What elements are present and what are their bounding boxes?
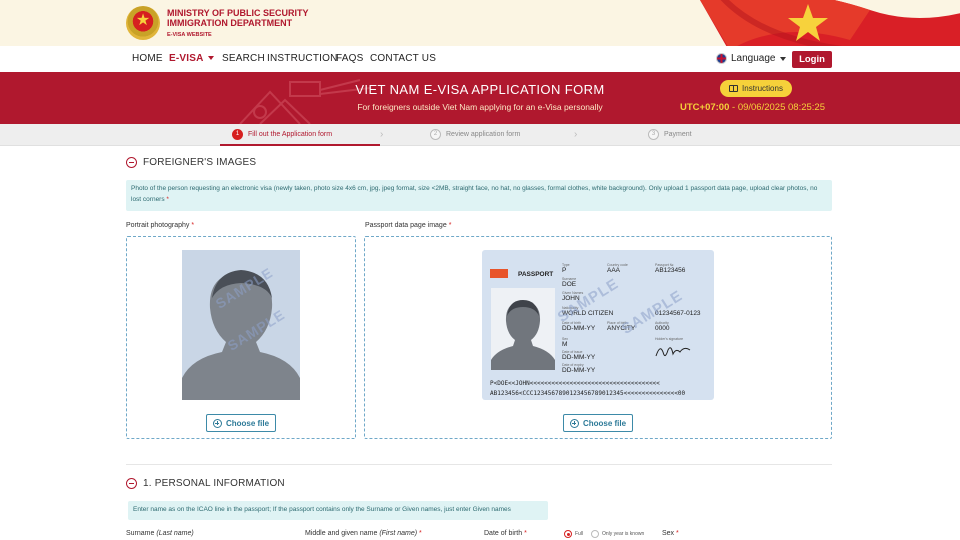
middle-given-name-label: Middle and given name (First name) * <box>305 530 422 537</box>
pp-dob: DD-MM-YY <box>562 325 596 332</box>
pp-expiry: DD-MM-YY <box>562 367 596 374</box>
nav-search[interactable]: SEARCH <box>222 53 265 64</box>
nav-evisa-label: E-VISA <box>169 53 204 64</box>
pp-type: P <box>562 267 567 274</box>
uk-flag-icon <box>716 53 727 64</box>
add-circle-icon <box>569 418 579 428</box>
passport-photo <box>491 288 555 370</box>
language-label: Language <box>731 53 776 64</box>
section-title: FOREIGNER'S IMAGES <box>143 157 257 168</box>
passport-logo-icon <box>490 269 508 278</box>
portrait-choose-file-button[interactable]: Choose file <box>206 414 276 432</box>
section-divider <box>126 464 832 465</box>
instructions-label: Instructions <box>742 84 783 93</box>
ministry-line-3: E-VISA WEBSITE <box>167 32 212 38</box>
pp-surname: DOE <box>562 281 577 288</box>
ministry-line-2: IMMIGRATION DEPARTMENT <box>167 18 293 28</box>
middle-given-label-text: Middle and given name <box>305 530 378 537</box>
passport-label: Passport data page image * <box>365 222 452 229</box>
pp-number: AB123456 <box>655 267 686 274</box>
portrait-label-text: Portrait photography <box>126 222 190 229</box>
portrait-label: Portrait photography * <box>126 222 195 229</box>
middle-given-hint: (First name) <box>379 530 418 537</box>
instructions-button[interactable]: Instructions <box>720 80 792 97</box>
language-selector[interactable]: Language <box>716 53 786 64</box>
person-silhouette-icon <box>491 300 555 370</box>
section-personal-information[interactable]: 1. PERSONAL INFORMATION <box>126 478 285 489</box>
form-banner: VIET NAM E-VISA APPLICATION FORM For for… <box>0 72 960 124</box>
chevron-down-icon <box>207 56 214 61</box>
radio-selected-icon <box>564 530 572 538</box>
photo-requirements-note: Photo of the person requesting an electr… <box>126 180 832 211</box>
signature-icon <box>655 347 691 357</box>
surname-hint: (Last name) <box>156 530 194 537</box>
pp-sex: M <box>562 341 568 348</box>
ministry-line-1: MINISTRY OF PUBLIC SECURITY <box>167 8 309 18</box>
step-payment: 3 Payment <box>648 129 692 140</box>
form-title: VIET NAM E-VISA APPLICATION FORM <box>355 82 605 97</box>
sex-label: Sex * <box>662 530 679 537</box>
ministry-name: MINISTRY OF PUBLIC SECURITY IMMIGRATION … <box>167 8 309 38</box>
pp-country: AAA <box>607 267 621 274</box>
collapse-icon <box>126 157 137 168</box>
pp-issue: DD-MM-YY <box>562 354 596 361</box>
name-entry-note: Enter name as on the ICAO line in the pa… <box>128 501 548 520</box>
pp-doc-title: PASSPORT <box>518 271 554 278</box>
step-label: Review application form <box>446 131 521 138</box>
dob-full-radio[interactable]: Full <box>564 530 583 538</box>
passport-choose-file-button[interactable]: Choose file <box>563 414 633 432</box>
nav-home[interactable]: HOME <box>132 53 163 64</box>
chevron-right-icon: › <box>380 129 384 140</box>
step-label: Payment <box>664 131 692 138</box>
step-label: Fill out the Application form <box>248 131 333 138</box>
step-number: 3 <box>648 129 659 140</box>
choose-file-label: Choose file <box>225 418 270 428</box>
dob-label: Date of birth * <box>484 530 527 537</box>
nav-faqs[interactable]: FAQS <box>336 53 363 64</box>
pp-mrz-line-2: AB123456<CCC1234567890123456789012345<<<… <box>490 390 686 397</box>
main-nav: HOME E-VISA SEARCH INSTRUCTION FAQS CONT… <box>0 46 960 72</box>
surname-label: Surname (Last name) <box>126 530 194 537</box>
step-review: 2 Review application form <box>430 129 520 140</box>
nav-evisa[interactable]: E-VISA <box>169 53 214 64</box>
dob-year-only-radio[interactable]: Only year is known <box>591 530 644 538</box>
radio-unselected-icon <box>591 530 599 538</box>
dob-label-text: Date of birth <box>484 530 523 537</box>
passport-label-text: Passport data page image <box>365 222 447 229</box>
passport-sample-image: PASSPORT Type P Country code AAA Passpor… <box>482 250 714 400</box>
nav-contact-us[interactable]: CONTACT US <box>370 53 436 64</box>
chevron-down-icon <box>779 56 786 61</box>
vietnam-flag-icon <box>700 0 960 46</box>
server-clock: UTC+07:00 - 09/06/2025 08:25:25 <box>680 102 825 113</box>
site-header: ★ MINISTRY OF PUBLIC SECURITY IMMIGRATIO… <box>0 0 960 46</box>
section-title: 1. PERSONAL INFORMATION <box>143 478 285 489</box>
step-number: 1 <box>232 129 243 140</box>
active-step-underline <box>220 144 380 146</box>
dob-year-only-label: Only year is known <box>602 531 645 537</box>
timezone-label: UTC+07:00 <box>680 102 730 113</box>
national-emblem-icon: ★ <box>126 6 160 40</box>
required-asterisk: * <box>166 196 169 203</box>
section-foreigner-images[interactable]: FOREIGNER'S IMAGES <box>126 157 256 168</box>
sex-label-text: Sex <box>662 530 675 537</box>
choose-file-label: Choose file <box>582 418 627 428</box>
drum-ornament-icon <box>239 79 371 124</box>
progress-stepper: 1 Fill out the Application form › 2 Revi… <box>0 124 960 146</box>
pp-mrz-line-1: P<DOE<<JOHN<<<<<<<<<<<<<<<<<<<<<<<<<<<<<… <box>490 380 660 387</box>
pp-authority: 0000 <box>655 325 670 332</box>
datetime-label: - 09/06/2025 08:25:25 <box>729 102 825 113</box>
portrait-sample-image: SAMPLE SAMPLE <box>182 250 300 400</box>
note-text: Photo of the person requesting an electr… <box>131 185 818 203</box>
login-button[interactable]: Login <box>792 51 832 68</box>
step-number: 2 <box>430 129 441 140</box>
collapse-icon <box>126 478 137 489</box>
nav-instruction[interactable]: INSTRUCTION <box>267 53 338 64</box>
dob-full-label: Full <box>575 531 584 537</box>
surname-label-text: Surname <box>126 530 155 537</box>
step-fill-form: 1 Fill out the Application form <box>232 129 332 140</box>
chevron-right-icon: › <box>574 129 578 140</box>
add-circle-icon <box>212 418 222 428</box>
book-icon <box>729 85 739 92</box>
person-silhouette-icon <box>182 270 300 400</box>
